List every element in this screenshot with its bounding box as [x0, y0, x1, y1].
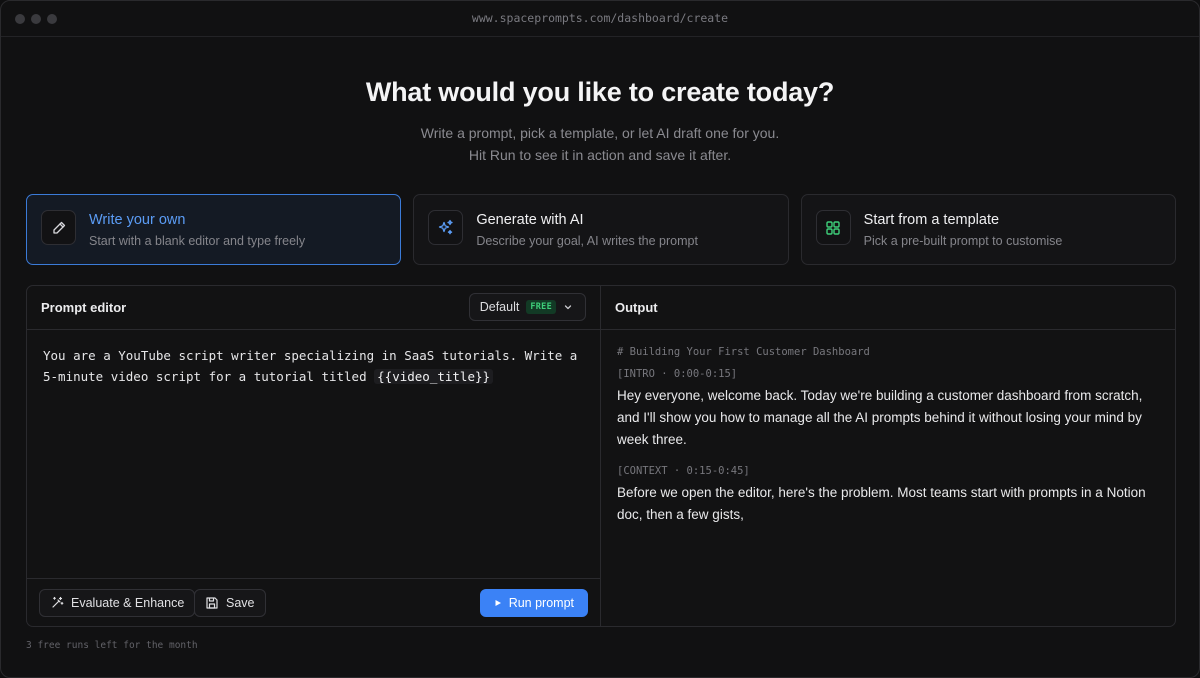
prompt-editor-title: Prompt editor [41, 300, 127, 315]
mode-card-start-from-template[interactable]: Start from a template Pick a pre-built p… [800, 194, 1176, 265]
run-prompt-label: Run prompt [508, 596, 574, 610]
grid-icon [815, 210, 851, 245]
page-title: What would you like to create today? [365, 77, 835, 107]
output-content: # Building Your First Customer Dashboard… [617, 344, 1159, 526]
prompt-text-line-2: 5-minute video script for a tutorial tit… [43, 369, 375, 384]
free-badge: FREE [526, 300, 556, 314]
run-prompt-button[interactable]: Run prompt [479, 589, 588, 617]
save-label: Save [226, 596, 255, 610]
mode-card-title: Write your own [89, 212, 186, 228]
sparkle-icon [428, 210, 464, 245]
chevron-down-icon [563, 302, 573, 312]
output-heading: # Building Your First Customer Dashboard [617, 346, 870, 358]
evaluate-enhance-label: Evaluate & Enhance [71, 596, 185, 610]
mode-card-generate-with-ai[interactable]: Generate with AI Describe your goal, AI … [413, 194, 789, 265]
output-header: Output [601, 286, 1175, 330]
output-paragraph: Hey everyone, welcome back. Today we're … [617, 388, 1143, 447]
prompt-editor-header: Prompt editor Default FREE [27, 286, 600, 330]
browser-window: www.spaceprompts.com/dashboard/create Wh… [0, 0, 1200, 678]
output-pane: Output # Building Your First Customer Da… [601, 286, 1175, 626]
mode-card-description: Start with a blank editor and type freel… [89, 234, 306, 248]
mode-cards: Write your own Start with a blank editor… [26, 194, 1176, 265]
output-title: Output [615, 300, 658, 315]
prompt-editor-footer: Evaluate & Enhance Save Run prompt [27, 578, 600, 626]
workspace-panel: Prompt editor Default FREE You are a You… [26, 285, 1176, 627]
mode-card-description: Pick a pre-built prompt to customise [863, 234, 1063, 248]
model-select[interactable]: Default FREE [468, 293, 586, 321]
magic-wand-icon [50, 596, 64, 610]
prompt-editor-pane: Prompt editor Default FREE You are a You… [27, 286, 601, 626]
mode-card-title: Start from a template [863, 212, 1000, 228]
prompt-textarea[interactable]: You are a YouTube script writer speciali… [43, 345, 586, 387]
mode-card-write-your-own[interactable]: Write your own Start with a blank editor… [26, 194, 402, 265]
subtitle-line-1: Write a prompt, pick a template, or let … [420, 125, 780, 141]
floppy-disk-icon [205, 596, 219, 610]
mode-card-description: Describe your goal, AI writes the prompt [476, 234, 698, 248]
play-icon [494, 599, 502, 607]
save-button[interactable]: Save [194, 589, 266, 617]
output-section-tag: [INTRO · 0:00-0:15] [617, 368, 738, 380]
evaluate-enhance-button[interactable]: Evaluate & Enhance [39, 589, 196, 617]
prompt-text-line-1: You are a YouTube script writer speciali… [43, 348, 578, 363]
address-bar[interactable]: www.spaceprompts.com/dashboard/create [1, 11, 1199, 25]
prompt-variable-token[interactable]: {{video_title}} [374, 369, 494, 384]
page-subtitle: Write a prompt, pick a template, or let … [1, 122, 1199, 166]
free-runs-note: 3 free runs left for the month [26, 640, 198, 651]
model-select-label: Default [479, 300, 520, 314]
mode-card-title: Generate with AI [476, 212, 584, 228]
output-paragraph: Before we open the editor, here's the pr… [617, 485, 1146, 522]
title-bar: www.spaceprompts.com/dashboard/create [1, 1, 1199, 37]
subtitle-line-2: Hit Run to see it in action and save it … [468, 147, 732, 163]
pencil-icon [41, 210, 76, 245]
output-section-tag: [CONTEXT · 0:15-0:45] [617, 465, 750, 477]
